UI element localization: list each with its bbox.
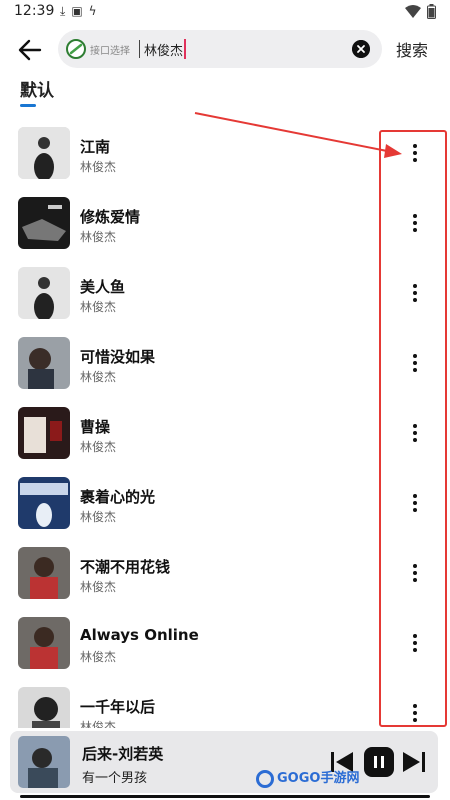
clear-search-icon[interactable] — [352, 40, 370, 58]
now-playing-bar[interactable]: 后来-刘若英 有一个男孩 — [10, 731, 438, 793]
song-artist: 林俊杰 — [80, 650, 117, 664]
search-bar: 接口选择 林俊杰 搜索 — [0, 28, 450, 70]
song-title: 修炼爱情 — [80, 208, 141, 226]
album-cover — [18, 687, 70, 728]
list-item[interactable]: 美人鱼 林俊杰 — [0, 258, 450, 328]
list-item[interactable]: Always Online 林俊杰 — [0, 608, 450, 678]
more-options-icon[interactable] — [400, 138, 430, 168]
song-artist: 林俊杰 — [80, 580, 117, 594]
song-title: 可惜没如果 — [80, 348, 156, 366]
more-options-icon[interactable] — [400, 278, 430, 308]
more-options-icon[interactable] — [400, 698, 430, 728]
song-artist: 林俊杰 — [80, 440, 117, 454]
more-options-icon[interactable] — [400, 628, 430, 658]
back-arrow-icon[interactable] — [16, 36, 44, 64]
tab-default[interactable]: 默认 — [20, 76, 54, 101]
list-item[interactable]: 江南 林俊杰 — [0, 118, 450, 188]
now-playing-cover — [18, 736, 70, 788]
song-title: 曹操 — [80, 418, 111, 436]
api-select-icon[interactable] — [64, 37, 88, 61]
download-icon: ⤓ — [60, 4, 66, 18]
api-select-label[interactable]: 接口选择 — [90, 42, 130, 57]
song-title: 裹着心的光 — [80, 488, 156, 506]
home-indicator — [20, 795, 430, 798]
search-input-box[interactable]: 接口选择 林俊杰 — [58, 30, 382, 68]
pause-button[interactable] — [364, 747, 394, 777]
more-options-icon[interactable] — [400, 208, 430, 238]
tab-indicator — [20, 104, 36, 107]
search-divider — [139, 40, 140, 58]
song-artist: 林俊杰 — [80, 370, 117, 384]
status-time: 12:39 — [14, 3, 55, 19]
watermark-logo-icon — [256, 769, 274, 788]
pause-icon — [374, 756, 384, 768]
next-track-icon[interactable] — [402, 751, 426, 773]
song-title: 江南 — [80, 138, 111, 156]
wifi-icon — [405, 4, 421, 18]
album-cover — [18, 197, 70, 249]
album-cover — [18, 337, 70, 389]
more-options-icon[interactable] — [400, 488, 430, 518]
song-title: 美人鱼 — [80, 278, 126, 296]
song-list: 江南 林俊杰 修炼爱情 林俊杰 美人鱼 林俊杰 可惜没如果 林俊杰 曹操 林俊杰 — [0, 118, 450, 728]
status-bar: 12:39 ⤓ ▣ ϟ — [0, 0, 450, 24]
now-playing-title: 后来-刘若英 — [82, 745, 164, 763]
more-options-icon[interactable] — [400, 348, 430, 378]
watermark-text: GOGO手游网 — [277, 771, 360, 786]
album-cover — [18, 267, 70, 319]
list-item[interactable]: 不潮不用花钱 林俊杰 — [0, 538, 450, 608]
song-artist: 林俊杰 — [80, 160, 117, 174]
text-caret — [184, 39, 186, 59]
watermark: GOGO手游网 — [256, 767, 359, 788]
album-cover — [18, 477, 70, 529]
list-item[interactable]: 可惜没如果 林俊杰 — [0, 328, 450, 398]
song-title: Always Online — [80, 626, 199, 644]
album-cover — [18, 407, 70, 459]
list-item[interactable]: 一千年以后 林俊杰 — [0, 678, 450, 728]
list-item[interactable]: 修炼爱情 林俊杰 — [0, 188, 450, 258]
list-item[interactable]: 裹着心的光 林俊杰 — [0, 468, 450, 538]
album-cover — [18, 127, 70, 179]
search-button[interactable]: 搜索 — [396, 37, 428, 61]
album-cover — [18, 547, 70, 599]
song-title: 一千年以后 — [80, 698, 156, 716]
song-title: 不潮不用花钱 — [80, 558, 171, 576]
bolt-icon: ϟ — [88, 4, 97, 18]
song-artist: 林俊杰 — [80, 300, 117, 314]
now-playing-subtitle: 有一个男孩 — [82, 771, 148, 786]
more-options-icon[interactable] — [400, 418, 430, 448]
font-icon: ▣ — [71, 4, 83, 18]
song-artist: 林俊杰 — [80, 720, 117, 728]
more-options-icon[interactable] — [400, 558, 430, 588]
search-input[interactable]: 林俊杰 — [144, 40, 183, 59]
album-cover — [18, 617, 70, 669]
battery-icon — [427, 4, 436, 19]
song-artist: 林俊杰 — [80, 510, 117, 524]
song-artist: 林俊杰 — [80, 230, 117, 244]
list-item[interactable]: 曹操 林俊杰 — [0, 398, 450, 468]
